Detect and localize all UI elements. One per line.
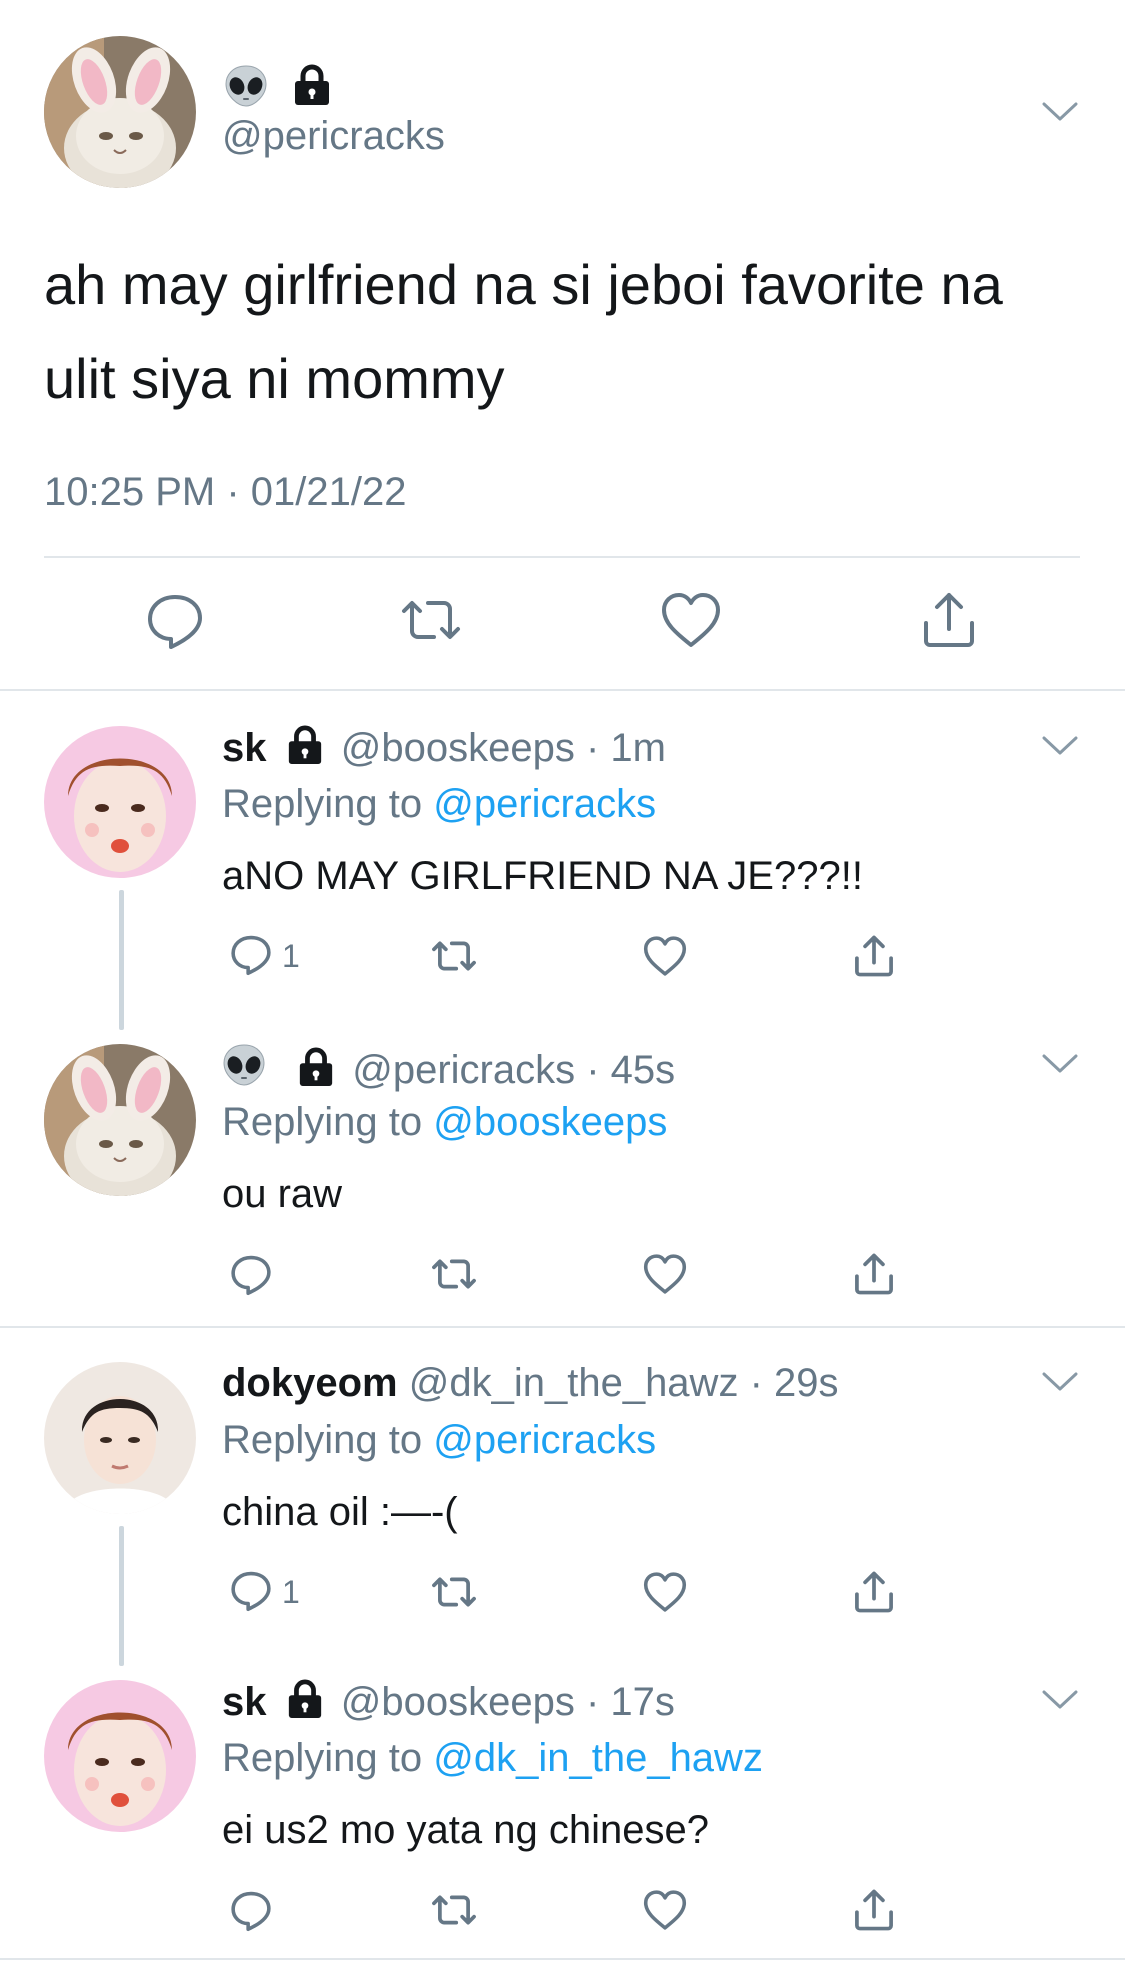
user-handle[interactable]: @pericracks — [352, 1048, 575, 1092]
lock-icon — [297, 1047, 335, 1097]
replying-label: Replying to — [222, 1100, 434, 1144]
share-icon[interactable] — [914, 585, 984, 655]
reply-text: ou raw — [222, 1172, 343, 1216]
reply-icon[interactable] — [226, 1882, 276, 1938]
retweet-icon[interactable] — [396, 585, 466, 655]
reply-menu-chevron-down-icon[interactable] — [1042, 1372, 1078, 1392]
reply-button[interactable]: 1 — [226, 1564, 300, 1620]
reply-menu-chevron-down-icon[interactable] — [1042, 1054, 1078, 1074]
alien-emoji-icon — [224, 64, 268, 108]
mention-link[interactable]: @pericracks — [433, 782, 656, 826]
relative-time[interactable]: · 29s — [750, 1361, 839, 1405]
replying-label: Replying to — [222, 1418, 434, 1462]
reply-header: @pericracks · 45s — [222, 1043, 675, 1097]
tweet-menu-chevron-down-icon[interactable] — [1042, 102, 1078, 122]
lock-icon — [292, 64, 332, 106]
reply-actions — [0, 1882, 1125, 1938]
retweet-icon[interactable] — [428, 1882, 480, 1938]
replying-label: Replying to — [222, 782, 434, 826]
tweet-actions — [0, 585, 1125, 665]
sk-avatar[interactable] — [44, 1680, 196, 1832]
display-name[interactable]: dokyeom — [222, 1361, 398, 1405]
author-avatar[interactable] — [44, 1044, 196, 1196]
like-icon[interactable] — [656, 585, 726, 655]
share-icon[interactable] — [848, 1246, 900, 1302]
like-icon[interactable] — [640, 1564, 690, 1620]
user-handle[interactable]: @booskeeps — [341, 1680, 575, 1724]
mention-link[interactable]: @pericracks — [433, 1418, 656, 1462]
display-name[interactable]: sk — [222, 726, 267, 770]
display-name[interactable]: sk — [222, 1680, 267, 1724]
reply-actions: 1 — [0, 928, 1125, 984]
replying-to: Replying to @dk_in_the_hawz — [222, 1736, 763, 1781]
share-icon[interactable] — [848, 1564, 900, 1620]
reply-text: aNO MAY GIRLFRIEND NA JE???!! — [222, 854, 863, 898]
author-handle[interactable]: @pericracks — [222, 114, 445, 159]
replying-to: Replying to @pericracks — [222, 782, 656, 827]
lock-icon — [286, 725, 324, 775]
reply-icon — [226, 929, 276, 984]
reply-button[interactable]: 1 — [226, 928, 300, 984]
retweet-icon[interactable] — [428, 1246, 480, 1302]
relative-time[interactable]: · 17s — [586, 1680, 675, 1724]
mention-link[interactable]: @dk_in_the_hawz — [433, 1736, 763, 1780]
like-icon[interactable] — [640, 1882, 690, 1938]
tweet-timestamp[interactable]: 10:25 PM · 01/21/22 — [44, 470, 406, 515]
mention-link[interactable]: @booskeeps — [433, 1100, 667, 1144]
dokyeom-avatar[interactable] — [44, 1362, 196, 1514]
alien-emoji-icon — [222, 1043, 266, 1097]
share-icon[interactable] — [848, 928, 900, 984]
retweet-icon[interactable] — [428, 928, 480, 984]
reply-icon[interactable] — [226, 1246, 276, 1302]
reply-count: 1 — [282, 1573, 300, 1610]
reply-header: sk @booskeeps · 1m — [222, 725, 666, 775]
reply-text: ei us2 mo yata ng chinese? — [222, 1808, 709, 1852]
tweet-text: ah may girlfriend na si jeboi favorite n… — [44, 253, 1003, 410]
user-handle[interactable]: @booskeeps — [341, 726, 575, 770]
reply-header: sk @booskeeps · 17s — [222, 1679, 675, 1729]
author-avatar[interactable] — [44, 36, 196, 188]
relative-time[interactable]: · 45s — [586, 1048, 675, 1092]
like-icon[interactable] — [640, 928, 690, 984]
divider — [0, 1958, 1125, 1960]
replying-to: Replying to @booskeeps — [222, 1100, 667, 1145]
divider — [0, 689, 1125, 691]
lock-icon — [286, 1679, 324, 1729]
reply-text: china oil :—-( — [222, 1490, 458, 1534]
replying-label: Replying to — [222, 1736, 434, 1780]
retweet-icon[interactable] — [428, 1564, 480, 1620]
sk-avatar[interactable] — [44, 726, 196, 878]
replying-to: Replying to @pericracks — [222, 1418, 656, 1463]
reply-count: 1 — [282, 937, 300, 974]
reply-icon — [226, 1565, 276, 1620]
user-handle[interactable]: @dk_in_the_hawz — [409, 1361, 739, 1405]
reply-icon[interactable] — [140, 585, 210, 655]
divider — [44, 556, 1080, 558]
divider — [0, 1326, 1125, 1328]
reply-menu-chevron-down-icon[interactable] — [1042, 1690, 1078, 1710]
share-icon[interactable] — [848, 1882, 900, 1938]
reply-actions — [0, 1246, 1125, 1302]
reply-actions: 1 — [0, 1564, 1125, 1620]
like-icon[interactable] — [640, 1246, 690, 1302]
relative-time[interactable]: · 1m — [586, 726, 666, 770]
reply-header: dokyeom @dk_in_the_hawz · 29s — [222, 1361, 839, 1406]
reply-menu-chevron-down-icon[interactable] — [1042, 736, 1078, 756]
